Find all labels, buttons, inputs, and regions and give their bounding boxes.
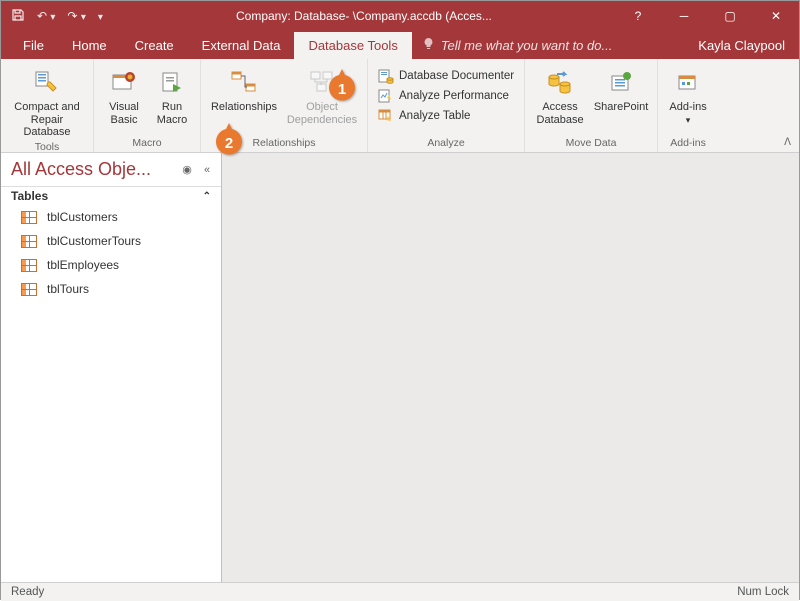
compact-repair-button[interactable]: Compact and Repair Database xyxy=(7,65,87,141)
nav-section-tables[interactable]: Tables ⌃ xyxy=(1,186,221,205)
table-icon xyxy=(21,211,37,224)
status-ready: Ready xyxy=(11,586,44,598)
tab-external-data[interactable]: External Data xyxy=(188,32,295,59)
status-bar: Ready Num Lock xyxy=(1,582,799,601)
save-icon[interactable] xyxy=(11,8,25,25)
run-macro-icon xyxy=(156,67,188,99)
qat-customize-icon[interactable]: ▾ xyxy=(98,9,103,23)
group-move-data-label: Move Data xyxy=(566,137,617,152)
nav-title[interactable]: All Access Obje... xyxy=(11,159,175,180)
tab-database-tools[interactable]: Database Tools xyxy=(294,32,411,59)
nav-item-tblcustomers[interactable]: tblCustomers xyxy=(1,205,221,229)
analyze-table-button[interactable]: Analyze Table xyxy=(374,107,518,125)
nav-item-tblemployees[interactable]: tblEmployees xyxy=(1,253,221,277)
document-area xyxy=(222,153,799,582)
collapse-ribbon-icon[interactable]: ᐱ xyxy=(784,137,791,148)
user-name[interactable]: Kayla Claypool xyxy=(684,32,799,59)
group-addins-label: Add-ins xyxy=(670,137,706,152)
addins-button[interactable]: Add-ins▾ xyxy=(664,65,712,128)
group-relationships-label: Relationships xyxy=(252,137,315,152)
compact-repair-icon xyxy=(31,67,63,99)
table-icon xyxy=(21,235,37,248)
visual-basic-icon xyxy=(108,67,140,99)
redo-icon[interactable]: ↷ ▾ xyxy=(67,9,85,23)
object-dependencies-icon xyxy=(306,67,338,99)
access-database-button[interactable]: Access Database xyxy=(531,65,589,128)
lightbulb-icon xyxy=(422,37,435,53)
help-icon[interactable]: ? xyxy=(615,1,661,31)
tab-create[interactable]: Create xyxy=(121,32,188,59)
table-icon xyxy=(21,259,37,272)
tab-home[interactable]: Home xyxy=(58,32,121,59)
ribbon-tabs: File Home Create External Data Database … xyxy=(1,31,799,59)
close-icon[interactable]: ✕ xyxy=(753,1,799,31)
nav-dropdown-icon[interactable]: ◉ xyxy=(179,162,195,178)
addins-icon xyxy=(672,67,704,99)
ribbon: Compact and Repair Database Tools Visual… xyxy=(1,59,799,153)
navigation-pane: All Access Obje... ◉ « Tables ⌃ tblCusto… xyxy=(1,153,222,582)
analyze-table-icon xyxy=(378,108,394,124)
window-title: Company: Database- \Company.accdb (Acces… xyxy=(113,9,615,23)
maximize-icon[interactable]: ▢ xyxy=(707,1,753,31)
group-macro-label: Macro xyxy=(132,137,161,152)
sharepoint-icon xyxy=(605,67,637,99)
section-collapse-icon: ⌃ xyxy=(203,191,211,202)
relationships-icon xyxy=(228,67,260,99)
database-documenter-button[interactable]: Database Documenter xyxy=(374,67,518,85)
performance-icon xyxy=(378,88,394,104)
relationships-button[interactable]: Relationships xyxy=(207,65,281,116)
nav-collapse-icon[interactable]: « xyxy=(199,162,215,178)
tab-file[interactable]: File xyxy=(9,32,58,59)
nav-item-tblcustomertours[interactable]: tblCustomerTours xyxy=(1,229,221,253)
object-dependencies-button: Object Dependencies xyxy=(283,65,361,128)
sharepoint-button[interactable]: SharePoint xyxy=(591,65,651,116)
undo-icon[interactable]: ↶ ▾ xyxy=(37,9,55,23)
documenter-icon xyxy=(378,68,394,84)
tell-me-search[interactable]: Tell me what you want to do... xyxy=(412,31,623,59)
nav-item-tbltours[interactable]: tblTours xyxy=(1,277,221,301)
access-db-icon xyxy=(544,67,576,99)
run-macro-button[interactable]: Run Macro xyxy=(150,65,194,128)
group-tools-label: Tools xyxy=(35,141,60,156)
visual-basic-button[interactable]: Visual Basic xyxy=(100,65,148,128)
status-numlock: Num Lock xyxy=(737,586,789,598)
group-analyze-label: Analyze xyxy=(427,137,464,152)
minimize-icon[interactable]: ─ xyxy=(661,1,707,31)
title-bar: ↶ ▾ ↷ ▾ ▾ Company: Database- \Company.ac… xyxy=(1,1,799,31)
table-icon xyxy=(21,283,37,296)
analyze-performance-button[interactable]: Analyze Performance xyxy=(374,87,518,105)
